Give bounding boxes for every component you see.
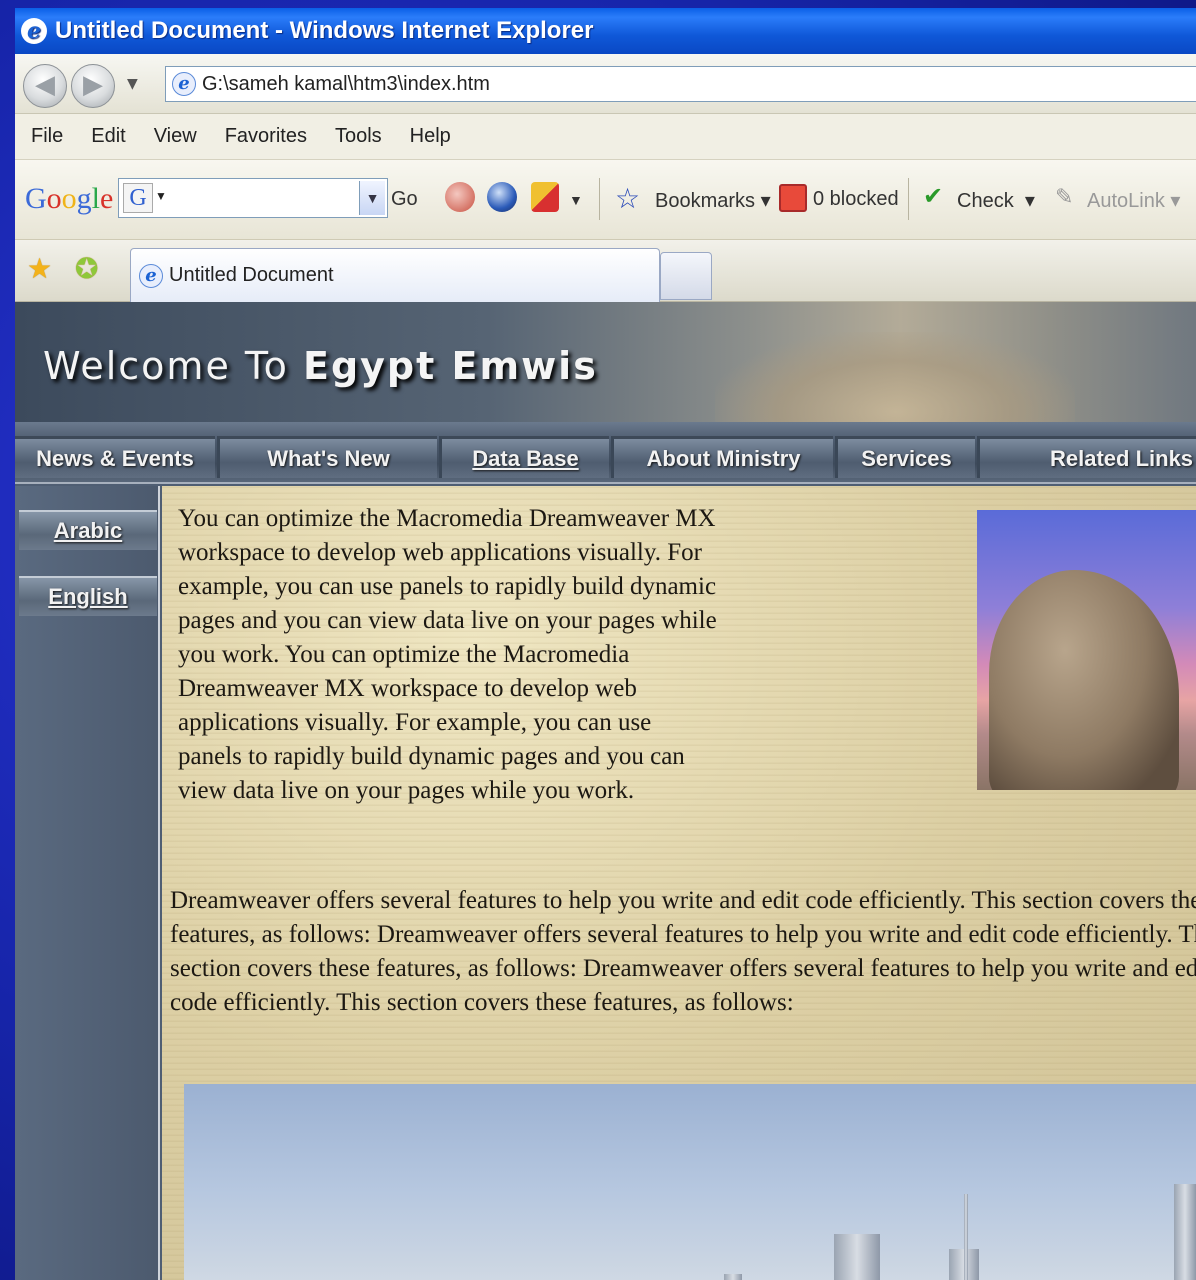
autolink-label: AutoLink	[1087, 190, 1165, 212]
title-bar: e Untitled Document - Windows Internet E…	[15, 8, 1196, 54]
menu-favorites[interactable]: Favorites	[225, 125, 307, 148]
google-search-input[interactable]: G ▼ ▼	[118, 178, 388, 218]
menu-tools[interactable]: Tools	[335, 125, 382, 148]
more-dropdown-icon[interactable]: ▼	[569, 192, 583, 208]
address-bar: ◀ ▶ ▼ e G:\sameh kamal\htm3\index.htm	[15, 54, 1196, 114]
google-g-icon[interactable]: G	[123, 183, 153, 213]
history-dropdown-icon[interactable]: ▼	[127, 76, 138, 92]
features-paragraph: Dreamweaver offers several features to h…	[170, 887, 1196, 1016]
search-engine-dropdown-icon[interactable]: ▼	[155, 189, 167, 203]
nav-about-ministry[interactable]: About Ministry	[611, 436, 833, 478]
menu-bar: File Edit View Favorites Tools Help	[15, 114, 1196, 160]
favorites-star-icon[interactable]: ★	[27, 252, 52, 285]
autolink-icon[interactable]: ✎	[1055, 184, 1073, 210]
globe-icon[interactable]	[487, 182, 517, 212]
ie-logo-icon: e	[21, 18, 47, 44]
google-logo: Google	[25, 182, 114, 215]
building-shape	[1174, 1184, 1196, 1280]
sphinx-head-shape	[989, 570, 1179, 790]
web-page: Welcome To Egypt Emwis News & Events Wha…	[15, 302, 1196, 1280]
tab-bar: ★ ✪ e Untitled Document	[15, 240, 1196, 302]
tower-shape	[964, 1194, 968, 1280]
bookmarks-label: Bookmarks	[655, 190, 756, 212]
page-icon: e	[172, 72, 196, 96]
building-shape	[834, 1234, 880, 1280]
tab-label: Untitled Document	[169, 264, 334, 286]
forward-button[interactable]: ▶	[71, 64, 115, 108]
menu-help[interactable]: Help	[410, 125, 451, 148]
autolink-button[interactable]: AutoLink ▾	[1087, 188, 1180, 213]
popup-blocker-icon[interactable]	[779, 184, 807, 212]
tab-page-icon: e	[139, 263, 163, 288]
nav-services[interactable]: Services	[835, 436, 975, 478]
toolbar-separator	[599, 178, 600, 220]
new-tab-button[interactable]	[660, 252, 712, 300]
building-shape	[724, 1274, 742, 1280]
english-link[interactable]: English	[19, 576, 157, 616]
arabic-link[interactable]: Arabic	[19, 510, 157, 550]
toolbar-separator	[908, 178, 909, 220]
intro-paragraph: You can optimize the Macromedia Dreamwea…	[178, 505, 717, 804]
bookmarks-button[interactable]: Bookmarks ▾	[655, 188, 771, 213]
news-icon[interactable]	[531, 182, 559, 212]
nav-data-base[interactable]: Data Base	[439, 436, 609, 478]
main-content: You can optimize the Macromedia Dreamwea…	[162, 486, 1196, 1280]
window-title: Untitled Document - Windows Internet Exp…	[55, 17, 594, 44]
nav-whats-new[interactable]: What's New	[217, 436, 437, 478]
site-navigation: News & Events What's New Data Base About…	[15, 422, 1196, 484]
language-sidebar: Arabic English	[15, 486, 160, 1280]
cairo-skyline-photo	[184, 1084, 1196, 1280]
tab-untitled-document[interactable]: e Untitled Document	[130, 248, 660, 302]
blocked-count[interactable]: 0 blocked	[813, 188, 899, 211]
search-history-dropdown[interactable]: ▼	[359, 181, 385, 215]
menu-file[interactable]: File	[31, 125, 63, 148]
browser-window: e Untitled Document - Windows Internet E…	[15, 8, 1196, 1280]
site-title-name: Egypt Emwis	[302, 344, 598, 388]
check-button[interactable]: Check ▾	[957, 188, 1035, 213]
sphinx-photo	[977, 510, 1196, 790]
site-title: Welcome To Egypt Emwis	[43, 344, 598, 388]
menu-edit[interactable]: Edit	[91, 125, 125, 148]
google-toolbar: Google G ▼ ▼ Go ▼ ☆ Bookmarks ▾ 0 blocke…	[15, 160, 1196, 240]
site-banner: Welcome To Egypt Emwis	[15, 302, 1196, 432]
address-input[interactable]: e G:\sameh kamal\htm3\index.htm	[165, 66, 1196, 102]
spellcheck-icon[interactable]: ✔	[923, 182, 943, 211]
add-favorites-icon[interactable]: ✪	[75, 252, 98, 285]
site-title-prefix: Welcome To	[43, 344, 303, 388]
pagerank-icon[interactable]	[445, 182, 475, 212]
banner-sphinx-image	[715, 332, 1075, 432]
nav-news-events[interactable]: News & Events	[15, 436, 215, 478]
back-button[interactable]: ◀	[23, 64, 67, 108]
bookmark-star-icon[interactable]: ☆	[615, 182, 640, 215]
check-label: Check	[957, 190, 1014, 212]
address-text: G:\sameh kamal\htm3\index.htm	[202, 72, 490, 95]
nav-related-links[interactable]: Related Links	[977, 436, 1196, 478]
menu-view[interactable]: View	[154, 125, 197, 148]
go-button[interactable]: Go	[391, 188, 418, 211]
